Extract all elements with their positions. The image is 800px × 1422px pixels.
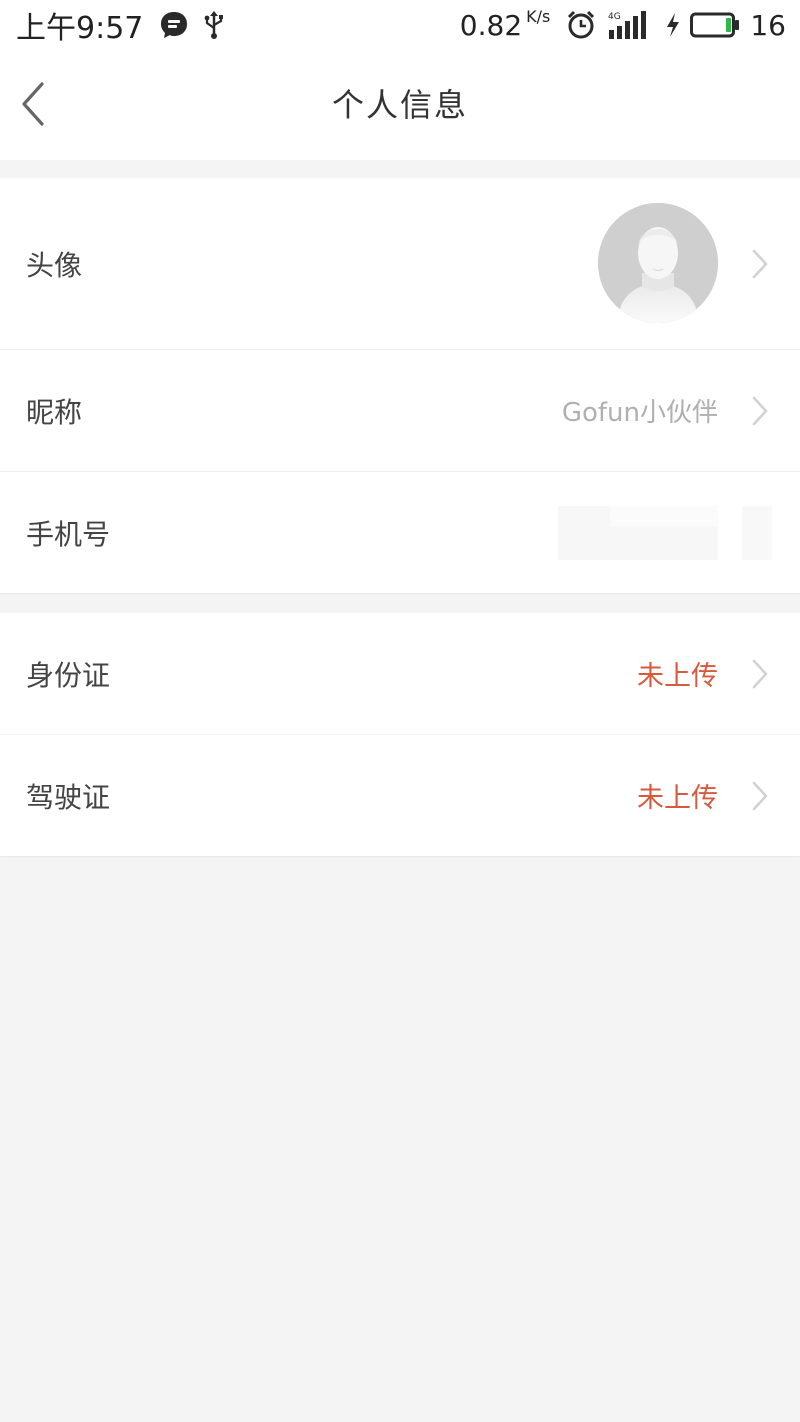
id-card-status: 未上传 [637, 661, 718, 692]
nickname-row[interactable]: 昵称 Gofun小伙伴 [0, 350, 800, 472]
usb-icon [204, 11, 224, 39]
chevron-right-icon [752, 396, 768, 425]
network-type-label: 4G [608, 12, 621, 22]
redaction-block [610, 506, 718, 526]
driving-license-row[interactable]: 驾驶证 未上传 [0, 735, 800, 856]
signal-icon: 4G [608, 11, 647, 39]
chevron-right-icon [752, 659, 768, 688]
avatar[interactable] [598, 203, 718, 323]
avatar-label: 头像 [26, 248, 83, 282]
charging-icon [667, 13, 680, 37]
status-time: 上午9:57 [16, 11, 144, 46]
page-title: 个人信息 [331, 86, 468, 124]
chevron-right-icon [752, 781, 768, 810]
nickname-value: Gofun小伙伴 [561, 398, 718, 428]
battery-level: 16 [750, 8, 786, 42]
status-bar-right: 0.82 K/s 4G 16 [459, 6, 786, 42]
id-card-row[interactable]: 身份证 未上传 [0, 613, 800, 735]
phone-row: 手机号 [0, 472, 800, 593]
default-avatar-icon [598, 203, 718, 323]
phone-number-redaction [558, 506, 772, 560]
status-bar: 上午9:57 0.82 K/s 4G 16 [0, 0, 800, 50]
network-speed-unit: K/s [526, 6, 551, 26]
status-bar-left: 上午9:57 [16, 3, 227, 47]
network-speed-value: 0.82 [459, 8, 523, 42]
battery-icon [690, 12, 740, 38]
redaction-block [742, 506, 772, 560]
nav-bar: 个人信息 [0, 50, 800, 160]
documents-group: 身份证 未上传 驾驶证 未上传 [0, 613, 800, 856]
driving-license-label: 驾驶证 [26, 780, 111, 814]
alarm-icon [568, 10, 595, 39]
driving-license-status: 未上传 [637, 783, 718, 814]
chevron-right-icon [752, 249, 768, 278]
phone-label: 手机号 [26, 517, 111, 551]
nickname-label: 昵称 [26, 395, 83, 429]
message-icon [161, 12, 188, 38]
profile-group: 头像 昵称 Gofun小伙伴 手机号 [0, 178, 800, 593]
avatar-row[interactable]: 头像 [0, 178, 800, 350]
network-speed: 0.82 K/s [459, 6, 551, 42]
id-card-label: 身份证 [26, 658, 111, 692]
